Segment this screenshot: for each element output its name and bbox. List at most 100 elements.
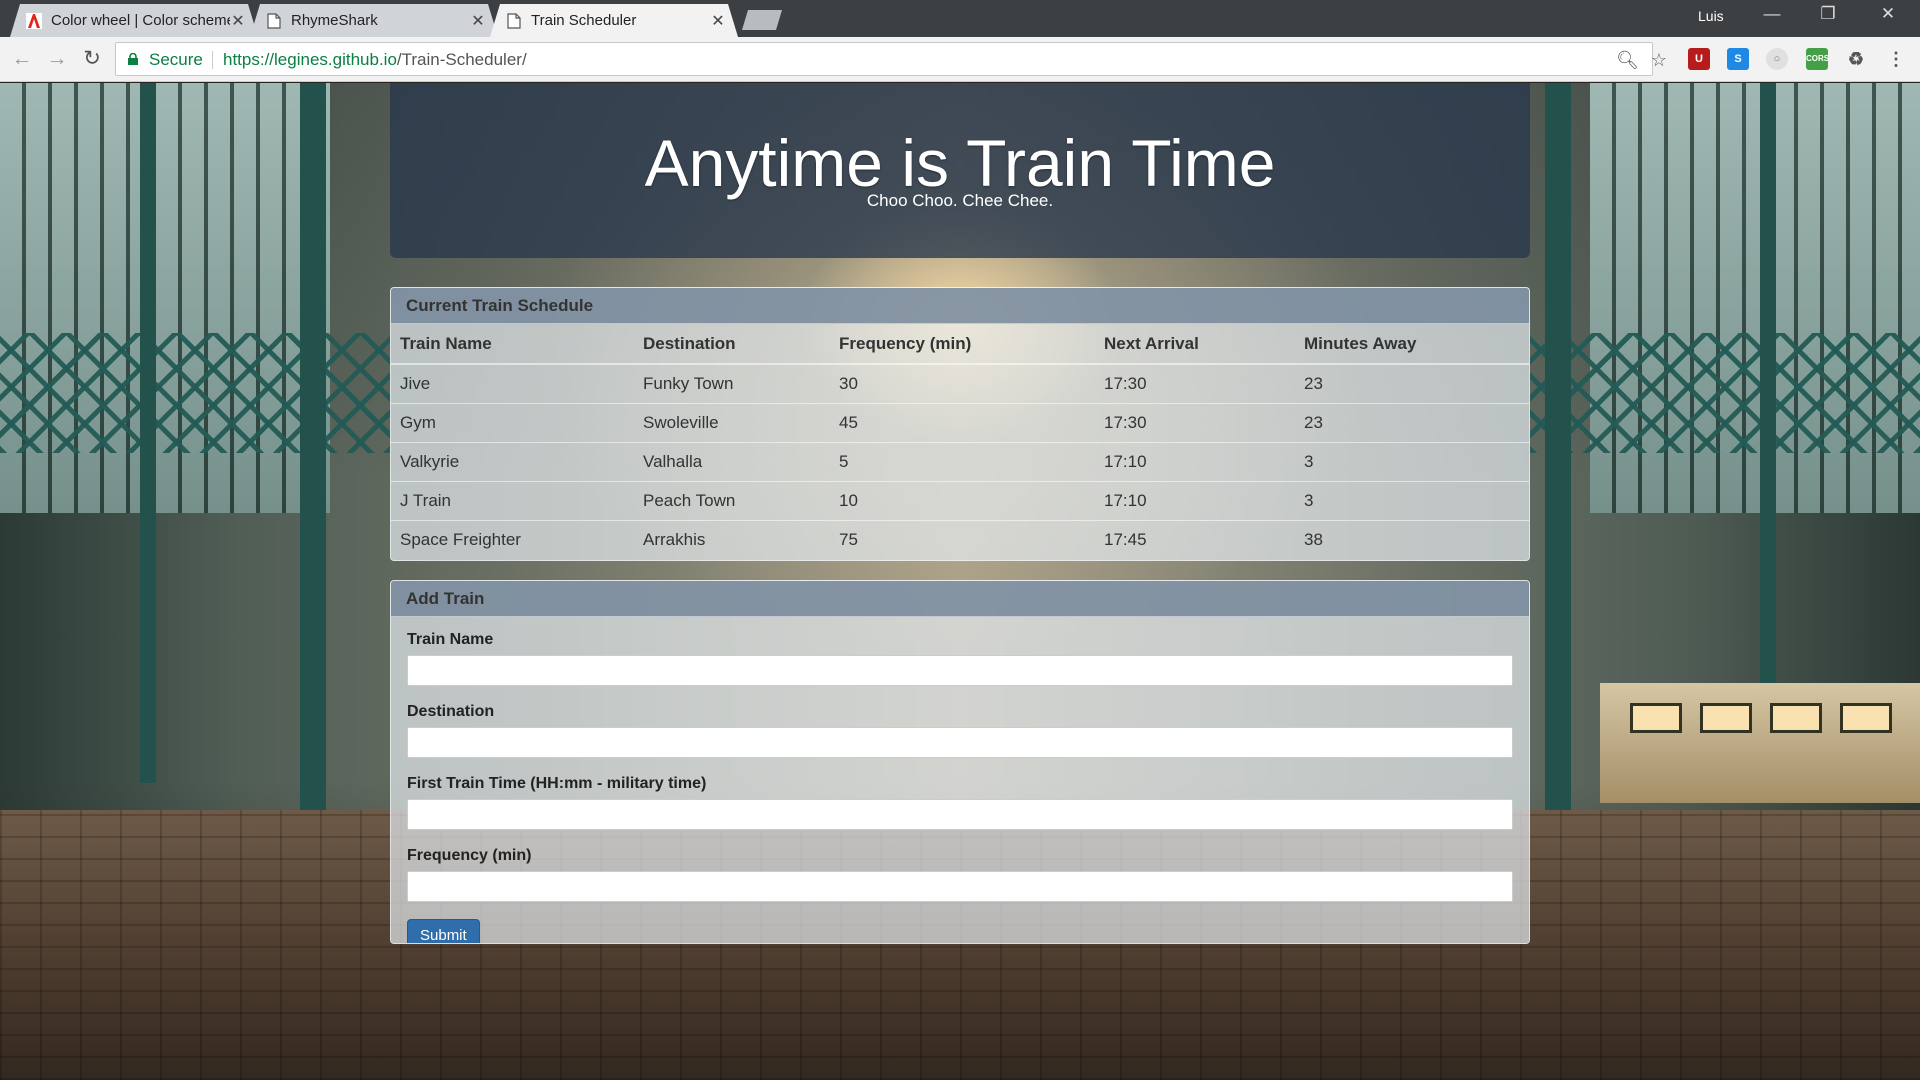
forward-arrow-icon[interactable]: →: [44, 46, 70, 72]
security-label: Secure: [149, 50, 203, 69]
background-decoration: [1770, 703, 1822, 733]
table-row: Jive Funky Town 30 17:30 23: [391, 363, 1529, 403]
recycle-extension-icon[interactable]: ♻: [1845, 48, 1867, 70]
first-train-time-label: First Train Time (HH:mm - military time): [407, 775, 707, 792]
close-tab-icon[interactable]: ✕: [710, 11, 726, 31]
schedule-panel: Current Train Schedule Train Name Destin…: [390, 287, 1530, 561]
table-cell: 17:45: [1095, 519, 1295, 559]
schedule-heading: Current Train Schedule: [391, 288, 1529, 324]
first-train-time-input[interactable]: [407, 799, 1513, 830]
table-cell: Valhalla: [634, 441, 830, 481]
background-decoration: [1840, 703, 1892, 733]
page-title: Anytime is Train Time: [644, 126, 1276, 200]
table-cell: Peach Town: [634, 480, 830, 520]
table-cell: J Train: [391, 480, 634, 520]
background-decoration: [140, 83, 156, 783]
column-header: Train Name: [391, 324, 634, 365]
new-tab-button[interactable]: [742, 10, 782, 30]
form-group: First Train Time (HH:mm - military time): [407, 775, 1513, 830]
add-train-form: Train Name Destination First Train Time …: [391, 617, 1529, 943]
form-group: Destination: [407, 703, 1513, 758]
table-cell: Valkyrie: [391, 441, 634, 481]
background-decoration: [1545, 83, 1571, 823]
skype-extension-icon[interactable]: S: [1727, 48, 1749, 70]
table-row: Valkyrie Valhalla 5 17:10 3: [391, 441, 1529, 481]
frequency-label: Frequency (min): [407, 847, 532, 864]
adobe-icon: [26, 13, 42, 29]
table-cell: 30: [830, 363, 1095, 403]
reload-icon[interactable]: ↻: [79, 46, 105, 72]
background-decoration: [1530, 333, 1920, 453]
column-header: Destination: [634, 324, 830, 365]
url-text[interactable]: https://legines.github.io/Train-Schedule…: [223, 50, 527, 70]
close-tab-icon[interactable]: ✕: [470, 11, 486, 31]
table-cell: 75: [830, 519, 1095, 559]
table-cell: Arrakhis: [634, 519, 830, 559]
column-header: Minutes Away: [1295, 324, 1529, 365]
table-cell: 23: [1295, 402, 1529, 442]
zoom-icon[interactable]: 🔍︎: [1616, 49, 1639, 71]
window-close-icon[interactable]: ✕: [1868, 4, 1908, 24]
table-row: Space Freighter Arrakhis 75 17:45 38: [391, 519, 1529, 559]
header-jumbotron: Anytime is Train Time Choo Choo. Chee Ch…: [390, 83, 1530, 258]
add-train-panel: Add Train Train Name Destination First T…: [390, 580, 1530, 944]
address-bar[interactable]: Secure https://legines.github.io/Train-S…: [115, 42, 1667, 76]
extension-circle-icon[interactable]: ○: [1766, 48, 1788, 70]
ublock-icon[interactable]: U: [1688, 48, 1710, 70]
page-icon: [506, 13, 522, 29]
table-row: Gym Swoleville 45 17:30 23: [391, 402, 1529, 442]
url-path: /Train-Scheduler/: [396, 50, 527, 69]
table-cell: 10: [830, 480, 1095, 520]
page-icon: [266, 13, 282, 29]
table-cell: 17:30: [1095, 363, 1295, 403]
frequency-input[interactable]: [407, 871, 1513, 902]
table-cell: 17:10: [1095, 441, 1295, 481]
tab-title: RhymeShark: [291, 12, 378, 29]
restore-icon[interactable]: ❐: [1808, 4, 1848, 24]
table-cell: Space Freighter: [391, 519, 634, 559]
lock-icon: [128, 53, 138, 65]
browser-toolbar: ← → ↻ Secure https://legines.github.io/T…: [0, 37, 1920, 82]
table-cell: 5: [830, 441, 1095, 481]
table-cell: 23: [1295, 363, 1529, 403]
browser-tab-strip: Color wheel | Color schemes ✕ RhymeShark…: [0, 0, 1920, 37]
tab-title: Color wheel | Color schemes: [51, 12, 230, 29]
table-cell: Swoleville: [634, 402, 830, 442]
destination-label: Destination: [407, 703, 495, 720]
page-subtitle: Choo Choo. Chee Chee.: [866, 191, 1054, 210]
table-cell: Funky Town: [634, 363, 830, 403]
table-cell: 3: [1295, 441, 1529, 481]
background-decoration: [1700, 703, 1752, 733]
table-header-row: Train Name Destination Frequency (min) N…: [391, 324, 1529, 365]
destination-input[interactable]: [407, 727, 1513, 758]
background-decoration: [0, 333, 390, 453]
background-decoration: [1600, 683, 1920, 803]
table-cell: 3: [1295, 480, 1529, 520]
close-tab-icon[interactable]: ✕: [230, 11, 246, 31]
tab-train-scheduler[interactable]: Train Scheduler ✕: [490, 4, 738, 37]
submit-button[interactable]: Submit: [407, 919, 480, 943]
schedule-table: Train Name Destination Frequency (min) N…: [391, 324, 1529, 559]
train-name-input[interactable]: [407, 655, 1513, 686]
table-cell: 45: [830, 402, 1095, 442]
profile-name[interactable]: Luis: [1698, 8, 1724, 24]
bookmark-star-icon[interactable]: ☆: [1648, 49, 1670, 71]
cors-extension-icon[interactable]: CORS: [1806, 48, 1829, 70]
background-decoration: [1630, 703, 1682, 733]
menu-dots-icon[interactable]: ⋮: [1885, 48, 1907, 70]
back-arrow-icon[interactable]: ←: [9, 46, 35, 72]
minimize-icon[interactable]: —: [1752, 4, 1792, 24]
table-cell: Gym: [391, 402, 634, 442]
train-name-label: Train Name: [407, 631, 494, 648]
column-header: Next Arrival: [1095, 324, 1295, 365]
table-cell: 17:10: [1095, 480, 1295, 520]
background-decoration: [1760, 83, 1776, 783]
add-train-heading: Add Train: [391, 581, 1529, 617]
form-group: Frequency (min): [407, 847, 1513, 902]
table-cell: Jive: [391, 363, 634, 403]
table-cell: 17:30: [1095, 402, 1295, 442]
table-cell: 38: [1295, 519, 1529, 559]
tab-color-wheel[interactable]: Color wheel | Color schemes ✕: [10, 4, 258, 37]
tab-rhymeshark[interactable]: RhymeShark ✕: [250, 4, 498, 37]
background-decoration: [300, 83, 326, 823]
